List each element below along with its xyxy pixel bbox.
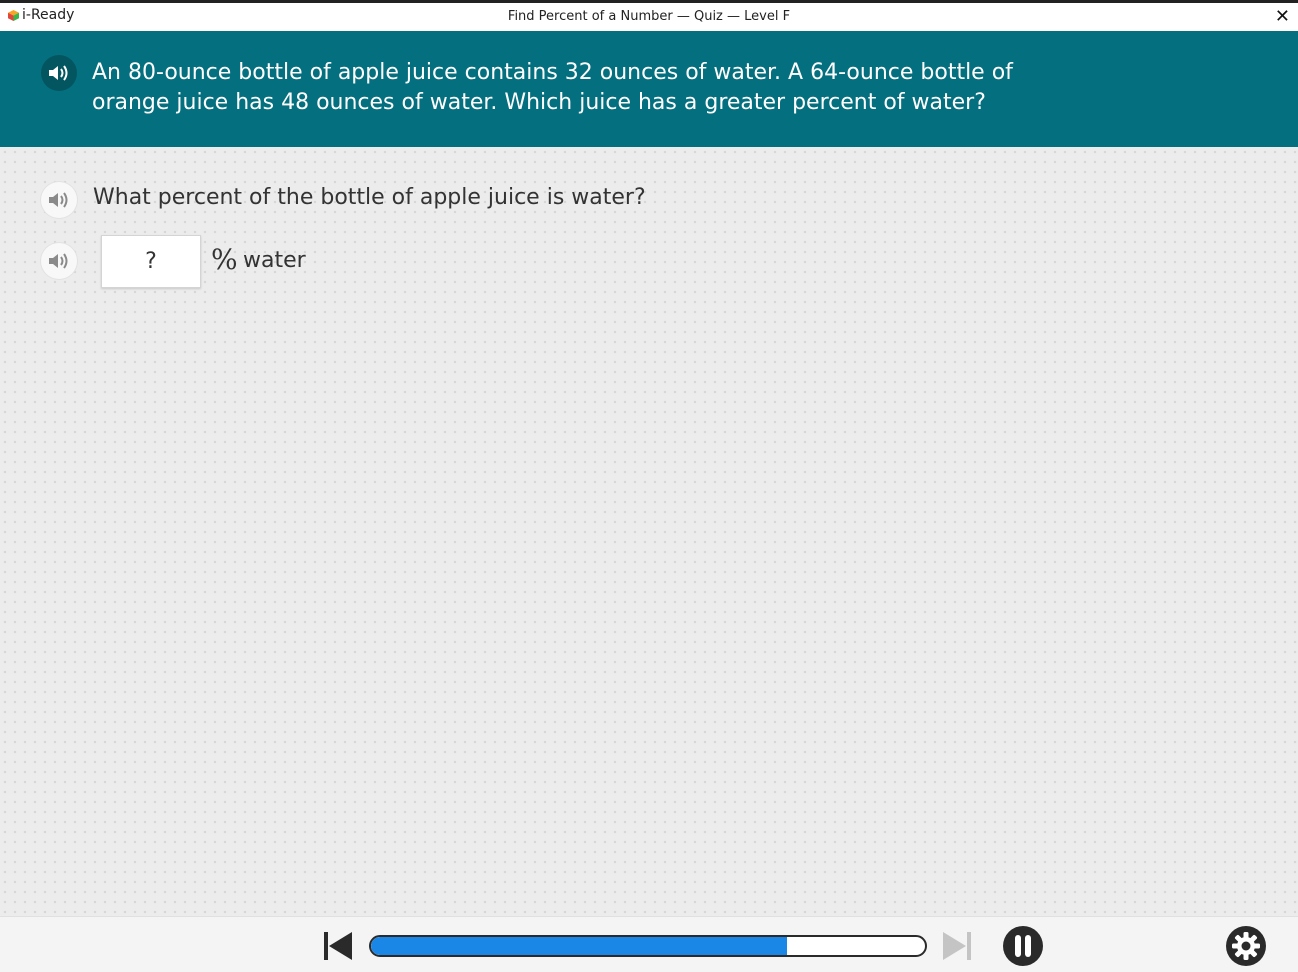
prompt-text: An 80-ounce bottle of apple juice contai…: [92, 60, 1013, 115]
pause-icon[interactable]: [1002, 925, 1044, 967]
skip-forward-icon[interactable]: [941, 930, 973, 962]
speaker-icon: [49, 192, 68, 208]
answer-input[interactable]: ?: [101, 235, 201, 288]
speaker-icon: [49, 65, 68, 81]
percent-symbol: %: [211, 243, 238, 276]
player-controls: [0, 916, 1298, 972]
title-bar: i-Ready Find Percent of a Number — Quiz …: [0, 0, 1298, 31]
answer-speaker-button[interactable]: [41, 243, 77, 279]
speaker-icon: [49, 253, 68, 269]
window-title: Find Percent of a Number — Quiz — Level …: [507, 9, 791, 24]
settings-gear-icon[interactable]: [1225, 925, 1267, 967]
question-area: What percent of the bottle of apple juic…: [0, 147, 1298, 916]
prompt-banner: An 80-ounce bottle of apple juice contai…: [0, 31, 1298, 147]
progress-bar: [369, 935, 927, 957]
progress-fill: [371, 937, 787, 955]
close-button[interactable]: ✕: [1275, 6, 1290, 28]
question-text: What percent of the bottle of apple juic…: [93, 185, 646, 210]
question-speaker-button[interactable]: [41, 182, 77, 218]
unit-label: water: [243, 248, 306, 273]
skip-back-icon[interactable]: [322, 930, 354, 962]
prompt-speaker-button[interactable]: [41, 55, 77, 91]
